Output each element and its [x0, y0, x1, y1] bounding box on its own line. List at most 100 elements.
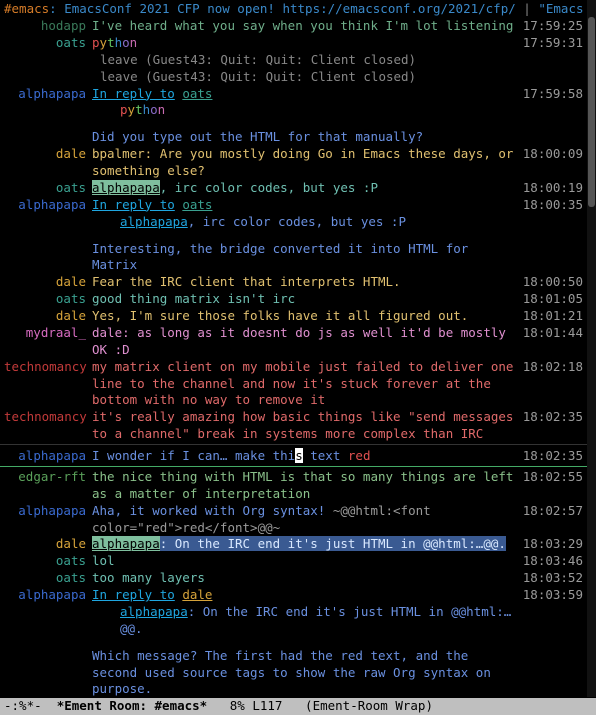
message-text: Aha, it worked with Org syntax! ~@@html:… — [92, 503, 519, 537]
nick: oats — [4, 35, 92, 52]
message-text: Yes, I'm sure those folks have it all fi… — [92, 308, 519, 325]
timestamp: 18:02:18 — [519, 359, 583, 376]
nick: alphapapa — [4, 503, 92, 520]
message-text: bpalmer: Are you mostly doing Go in Emac… — [92, 146, 519, 180]
nick: mydraal_ — [4, 325, 92, 342]
nick: alphapapa — [4, 86, 92, 103]
reply-target[interactable]: oats — [182, 86, 212, 101]
timestamp: 18:00:09 — [519, 146, 583, 163]
nick: oats — [4, 291, 92, 308]
message-row: oatsgood thing matrix isn't irc18:01:05 — [0, 291, 587, 308]
message-text: I wonder if I can… make this text red — [92, 448, 519, 465]
message-row: leave (Guest43: Quit: Quit: Client close… — [0, 52, 587, 69]
topic-a: EmacsConf 2021 CFP now open! https://ema… — [64, 1, 516, 16]
reply-link[interactable]: In reply to — [92, 587, 175, 602]
timestamp: 18:01:44 — [519, 325, 583, 342]
text-cursor: s — [295, 448, 303, 463]
mention[interactable]: alphapapa — [92, 180, 160, 195]
nick: alphapapa — [4, 197, 92, 214]
modeline-line: L117 — [252, 698, 305, 715]
message-row: technomancymy matrix client on my mobile… — [0, 359, 587, 410]
timestamp: 18:02:57 — [519, 503, 583, 520]
mention-link[interactable]: alphapapa — [120, 214, 188, 229]
message-row: alphapapa: On the IRC end it's just HTML… — [0, 604, 587, 638]
timestamp: 17:59:25 — [519, 18, 583, 35]
reply-target[interactable]: dale — [182, 587, 212, 602]
message-row: Interesting, the bridge converted it int… — [0, 241, 587, 275]
modeline-mode: (Ement-Room Wrap) — [305, 698, 433, 715]
timestamp: 18:01:05 — [519, 291, 583, 308]
reply-link[interactable]: In reply to — [92, 86, 175, 101]
timestamp: 18:02:55 — [519, 469, 583, 486]
message-text: python — [92, 35, 519, 52]
message-text: Fear the IRC client that interprets HTML… — [92, 274, 519, 291]
message-text: too many layers — [92, 570, 519, 587]
modeline-flags: -:%*- — [4, 698, 57, 715]
message-row: mydraal_dale: as long as it doesnt do js… — [0, 325, 587, 359]
message-row: technomancyit's really amazing how basic… — [0, 409, 587, 443]
nick: alphapapa — [4, 448, 92, 465]
nick: hodapp — [4, 18, 92, 35]
nick: dale — [4, 536, 92, 553]
nick: technomancy — [4, 409, 92, 426]
nick: dale — [4, 146, 92, 163]
message-text: the nice thing with HTML is that so many… — [92, 469, 519, 503]
message-row: alphapapaI wonder if I can… make this te… — [0, 448, 587, 465]
buffer-name: *Ement Room: #emacs* — [57, 698, 208, 715]
timestamp: 17:59:58 — [519, 86, 583, 103]
message-row: dalebpalmer: Are you mostly doing Go in … — [0, 146, 587, 180]
message-text: In reply to dale — [92, 587, 519, 604]
message-text: good thing matrix isn't irc — [92, 291, 519, 308]
message-text: I've heard what you say when you think I… — [92, 18, 519, 35]
timestamp: 18:03:59 — [519, 587, 583, 604]
message-text: Interesting, the bridge converted it int… — [92, 241, 519, 275]
message-text: In reply to oats — [92, 86, 519, 103]
message-area[interactable]: hodappI've heard what you say when you t… — [0, 18, 587, 697]
message-row: alphapapaIn reply to oats18:00:35 — [0, 197, 587, 214]
message-row: oatsalphapapa, irc color codes, but yes … — [0, 180, 587, 197]
reply-target[interactable]: oats — [182, 197, 212, 212]
mode-line: -:%*- *Ement Room: #emacs* 8% L117 (Emen… — [0, 698, 596, 715]
message-row: oatspython17:59:31 — [0, 35, 587, 52]
timestamp: 18:00:19 — [519, 180, 583, 197]
scrollbar[interactable] — [587, 0, 596, 697]
message-row: oatstoo many layers18:03:52 — [0, 570, 587, 587]
timestamp: 18:03:46 — [519, 553, 583, 570]
nick: oats — [4, 180, 92, 197]
nick: dale — [4, 308, 92, 325]
scrollbar-thumb[interactable] — [588, 17, 595, 207]
message-text: In reply to oats — [92, 197, 519, 214]
timestamp: 18:00:35 — [519, 197, 583, 214]
nick: dale — [4, 274, 92, 291]
timestamp: 18:00:50 — [519, 274, 583, 291]
timestamp: 18:02:35 — [519, 409, 583, 426]
reply-link[interactable]: In reply to — [92, 197, 175, 212]
timestamp: 18:03:52 — [519, 570, 583, 587]
mention[interactable]: alphapapa — [92, 536, 160, 551]
message-row: daleFear the IRC client that interprets … — [0, 274, 587, 291]
nick: alphapapa — [4, 587, 92, 604]
message-row: leave (Guest43: Quit: Quit: Client close… — [0, 69, 587, 86]
message-row: Which message? The first had the red tex… — [0, 648, 587, 697]
message-row: hodappI've heard what you say when you t… — [0, 18, 587, 35]
message-row: alphapapaIn reply to oats17:59:58 — [0, 86, 587, 103]
nick: oats — [4, 553, 92, 570]
message-row: daleYes, I'm sure those folks have it al… — [0, 308, 587, 325]
message-text: leave (Guest43: Quit: Quit: Client close… — [92, 69, 519, 86]
message-row: alphapapa, irc color codes, but yes :P — [0, 214, 587, 231]
nick: technomancy — [4, 359, 92, 376]
message-text: dale: as long as it doesnt do js as well… — [92, 325, 519, 359]
timestamp: 18:01:21 — [519, 308, 583, 325]
message-text: alphapapa: On the IRC end it's just HTML… — [92, 536, 519, 553]
message-text: python — [92, 102, 519, 119]
message-row: dalealphapapa: On the IRC end it's just … — [0, 536, 587, 553]
mention-link[interactable]: alphapapa — [120, 604, 188, 619]
message-text: Which message? The first had the red tex… — [92, 648, 519, 697]
message-text: it's really amazing how basic things lik… — [92, 409, 519, 443]
message-row: oatslol18:03:46 — [0, 553, 587, 570]
channel-name: #emacs — [4, 1, 49, 16]
message-row: alphapapaAha, it worked with Org syntax!… — [0, 503, 587, 537]
message-row: edgar-rftthe nice thing with HTML is tha… — [0, 469, 587, 503]
message-row: alphapapaIn reply to dale18:03:59 — [0, 587, 587, 604]
message-text: alphapapa, irc color codes, but yes :P — [92, 214, 519, 231]
